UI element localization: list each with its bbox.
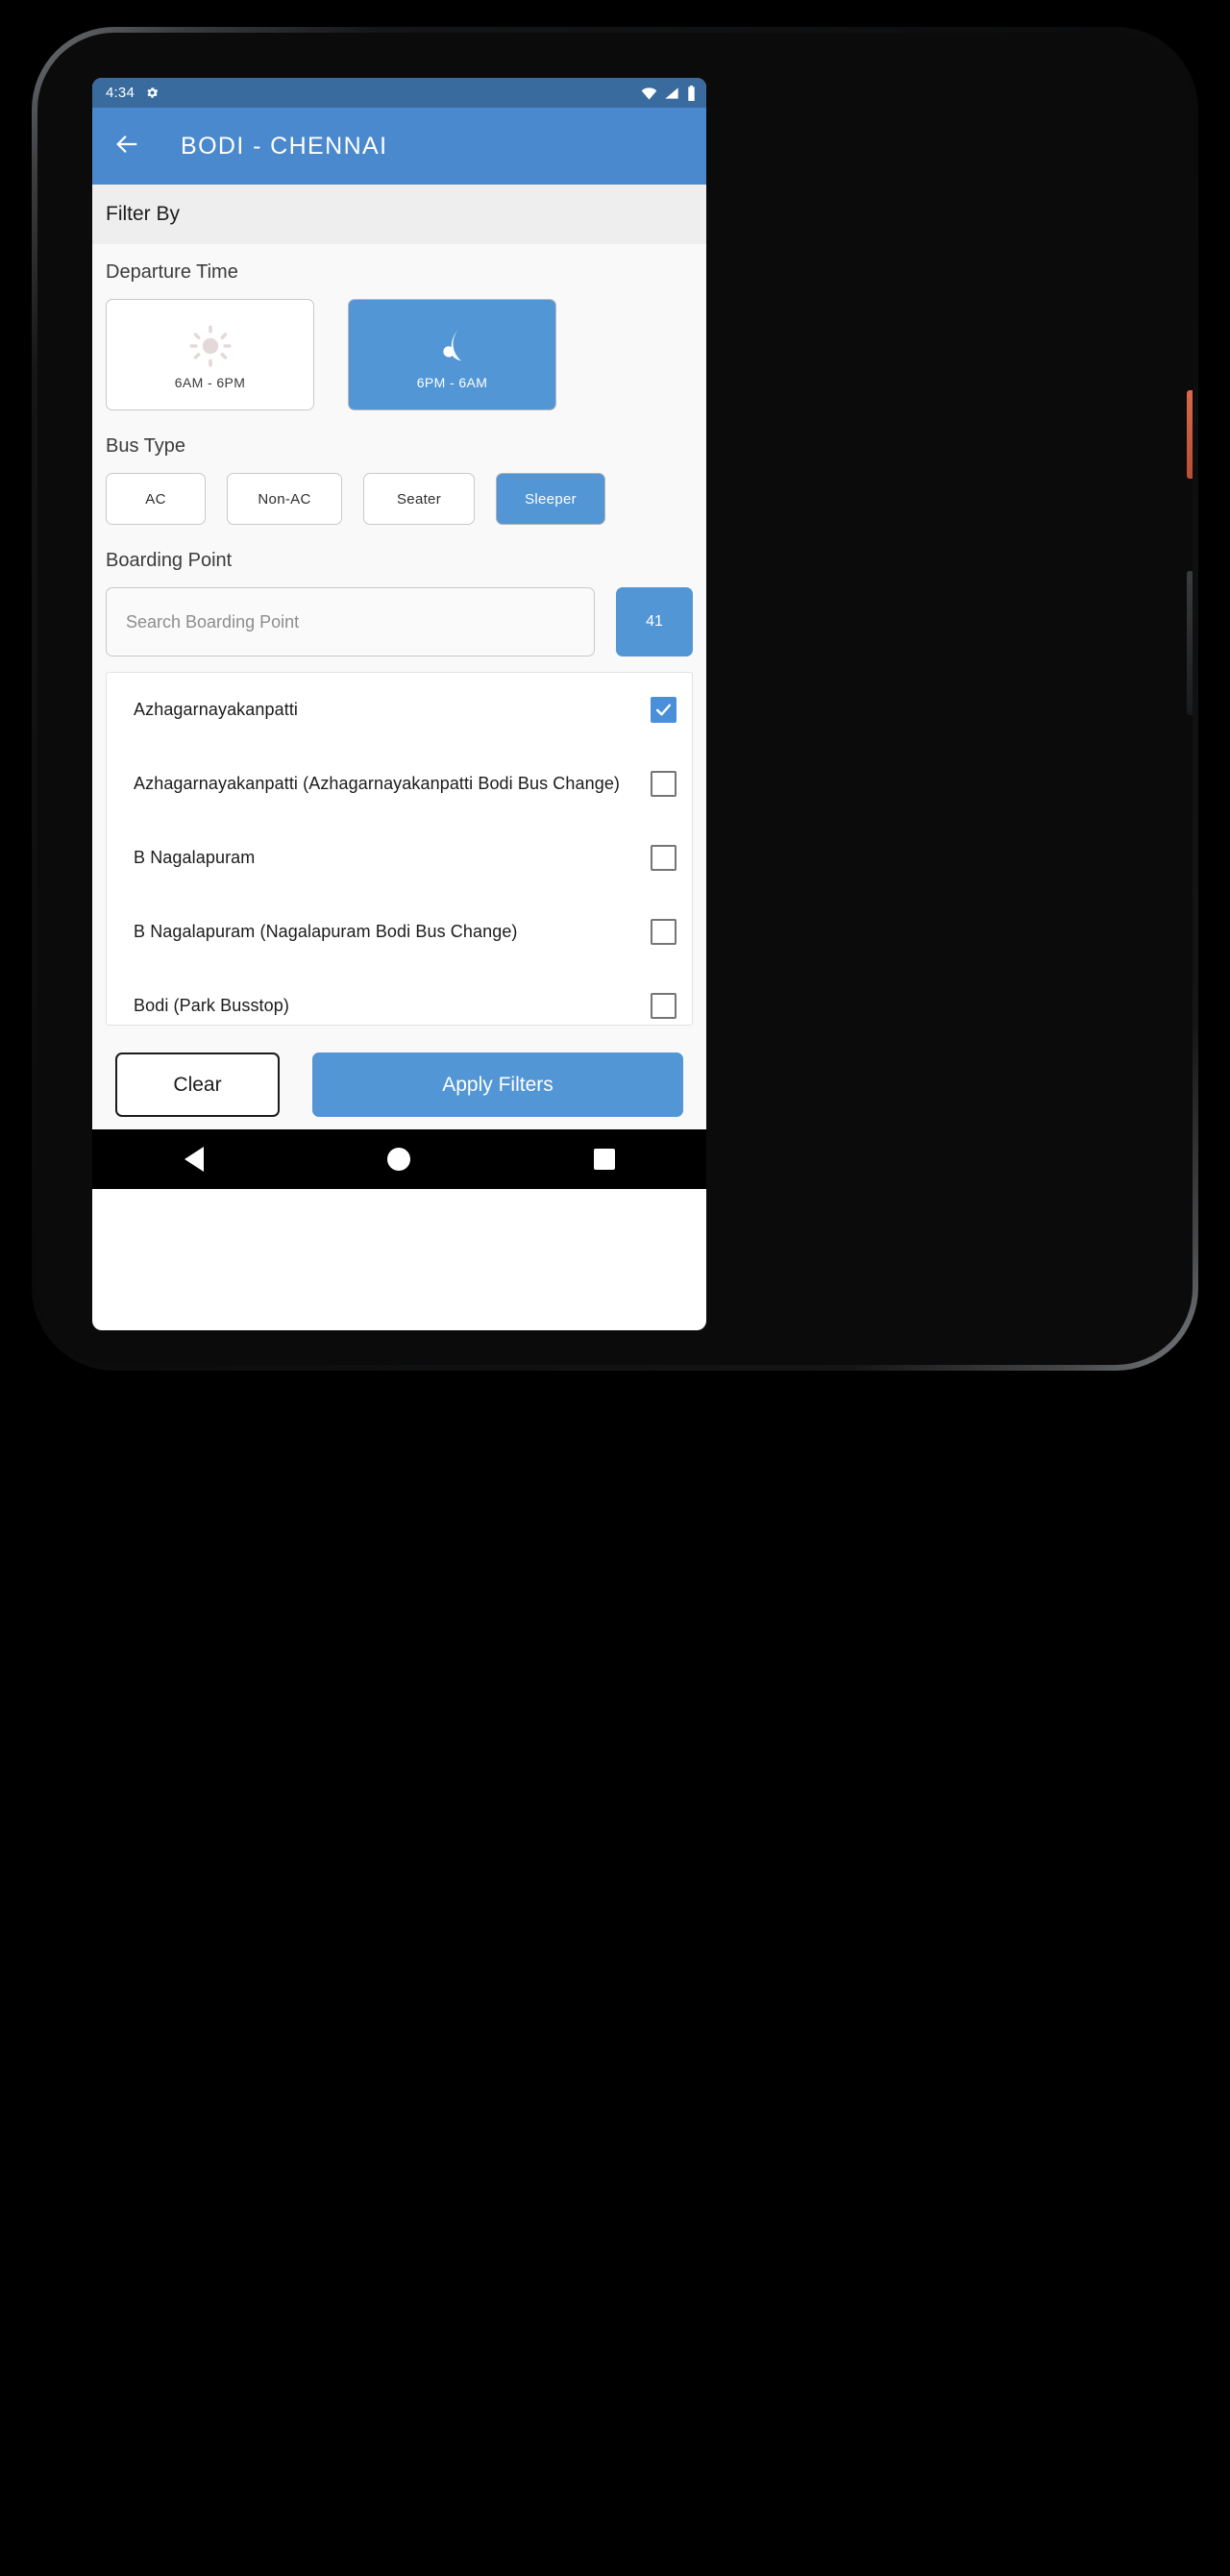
nav-recents-icon[interactable] <box>593 1149 615 1170</box>
device-bezel: 4:34 BODI - CHENNAI Filter By Departure … <box>37 33 1193 1365</box>
bus-type-chip-ac-label: AC <box>145 490 166 508</box>
android-nav-bar <box>92 1129 706 1189</box>
sun-icon <box>187 319 234 373</box>
status-bar-left: 4:34 <box>106 85 160 101</box>
moon-icon <box>429 319 477 373</box>
filter-by-label: Filter By <box>106 203 181 225</box>
gear-icon <box>145 86 160 100</box>
apply-filters-button[interactable]: Apply Filters <box>312 1053 683 1117</box>
bus-type-chip-seater-label: Seater <box>397 490 441 508</box>
list-item[interactable]: B Nagalapuram (Nagalapuram Bodi Bus Chan… <box>107 895 692 969</box>
boarding-point-search-row: 41 <box>106 587 693 656</box>
boarding-point-count-badge[interactable]: 41 <box>616 587 693 656</box>
checkbox-unchecked-icon[interactable] <box>651 845 676 871</box>
status-bar-clock: 4:34 <box>106 85 135 101</box>
filter-body: Departure Time 6AM - 6PM 6PM - 6AM Bus T… <box>92 244 706 1129</box>
checkbox-unchecked-icon[interactable] <box>651 771 676 797</box>
departure-option-night[interactable]: 6PM - 6AM <box>348 299 556 410</box>
bottom-action-bar: Clear Apply Filters <box>92 1040 706 1129</box>
bus-type-chip-seater[interactable]: Seater <box>363 473 475 525</box>
boarding-point-label: Azhagarnayakanpatti <box>134 700 299 720</box>
departure-option-night-label: 6PM - 6AM <box>416 375 488 390</box>
boarding-point-label: Azhagarnayakanpatti (Azhagarnayakanpatti… <box>134 774 621 794</box>
cell-signal-icon <box>664 87 679 100</box>
checkbox-unchecked-icon[interactable] <box>651 919 676 945</box>
bus-type-chip-ac[interactable]: AC <box>106 473 206 525</box>
boarding-point-section-title: Boarding Point <box>106 550 233 571</box>
battery-icon <box>686 85 697 101</box>
search-boarding-point-input[interactable] <box>106 587 595 656</box>
boarding-point-list[interactable]: Azhagarnayakanpatti Azhagarnayakanpatti … <box>106 672 693 1026</box>
list-item[interactable]: Azhagarnayakanpatti (Azhagarnayakanpatti… <box>107 747 692 821</box>
departure-time-section-title: Departure Time <box>106 261 238 283</box>
list-item[interactable]: B Nagalapuram <box>107 821 692 895</box>
status-bar-right <box>641 85 697 101</box>
bus-type-chip-sleeper-label: Sleeper <box>525 490 577 508</box>
bus-type-chip-non-ac-label: Non-AC <box>258 490 311 508</box>
boarding-point-label: B Nagalapuram (Nagalapuram Bodi Bus Chan… <box>134 922 518 942</box>
list-item[interactable]: Azhagarnayakanpatti <box>107 673 692 747</box>
volume-button[interactable] <box>1187 571 1193 715</box>
checkbox-checked-icon[interactable] <box>651 697 676 723</box>
boarding-point-label: Bodi (Park Busstop) <box>134 996 289 1016</box>
nav-back-icon[interactable] <box>184 1147 204 1172</box>
power-button[interactable] <box>1187 390 1193 479</box>
bus-type-chip-non-ac[interactable]: Non-AC <box>227 473 342 525</box>
bus-type-chip-sleeper[interactable]: Sleeper <box>496 473 605 525</box>
filter-by-header: Filter By <box>92 185 706 244</box>
wifi-icon <box>641 87 657 100</box>
bus-type-options: AC Non-AC Seater Sleeper <box>106 473 693 525</box>
departure-option-day[interactable]: 6AM - 6PM <box>106 299 314 410</box>
checkbox-unchecked-icon[interactable] <box>651 993 676 1019</box>
list-item[interactable]: Bodi (Park Busstop) <box>107 969 692 1025</box>
clear-button[interactable]: Clear <box>115 1053 280 1117</box>
status-bar: 4:34 <box>92 78 706 108</box>
nav-home-icon[interactable] <box>386 1148 410 1171</box>
departure-option-day-label: 6AM - 6PM <box>174 375 246 390</box>
phone-device-frame: 4:34 BODI - CHENNAI Filter By Departure … <box>32 27 1198 1371</box>
app-bar: BODI - CHENNAI <box>92 108 706 185</box>
back-arrow-icon[interactable] <box>113 131 140 162</box>
boarding-point-label: B Nagalapuram <box>134 848 256 868</box>
phone-screen: 4:34 BODI - CHENNAI Filter By Departure … <box>92 78 706 1330</box>
departure-time-options: 6AM - 6PM 6PM - 6AM <box>106 299 693 410</box>
bus-type-section-title: Bus Type <box>106 435 186 457</box>
page-title: BODI - CHENNAI <box>181 132 388 160</box>
